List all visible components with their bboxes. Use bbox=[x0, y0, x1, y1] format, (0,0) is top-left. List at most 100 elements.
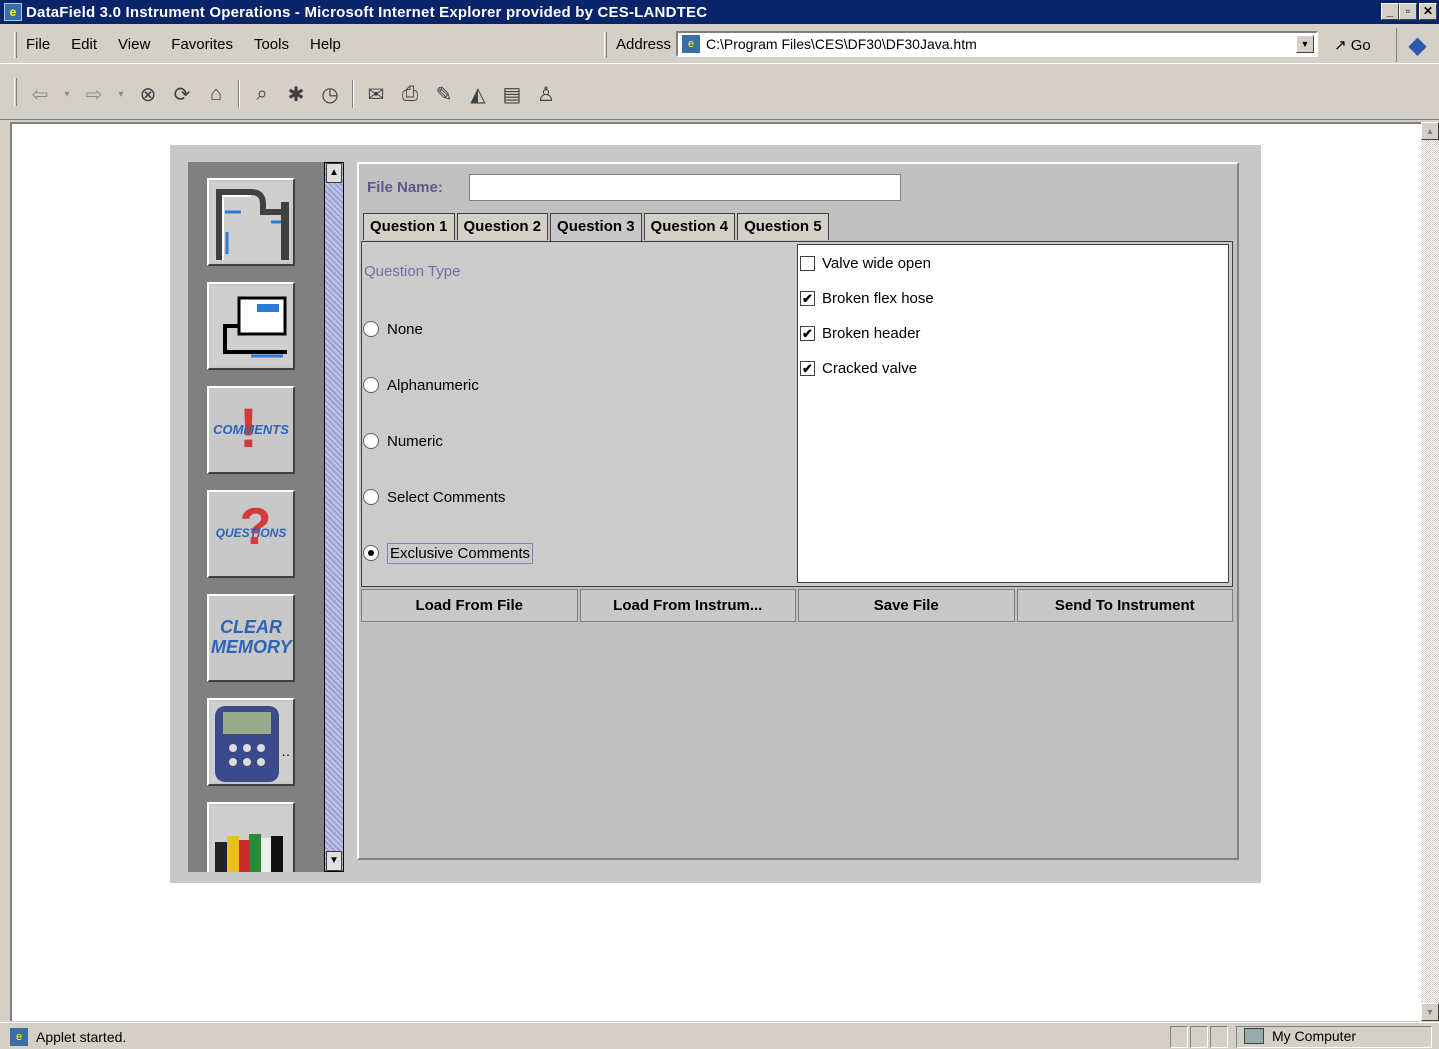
status-bar: e Applet started. My Computer bbox=[0, 1022, 1439, 1049]
back-dropdown-icon[interactable]: ▾ bbox=[62, 82, 72, 106]
load-from-instrument-button[interactable]: Load From Instrum... bbox=[579, 589, 796, 622]
comment-label: Broken header bbox=[822, 324, 921, 342]
comment-item[interactable]: Valve wide open bbox=[800, 251, 931, 275]
pipe-diagram-icon bbox=[211, 182, 291, 262]
sidebar-item-clear-memory[interactable]: CLEAR MEMORY bbox=[207, 594, 295, 682]
sidebar-label-comments: COMMENTS bbox=[213, 421, 289, 437]
standard-toolbar: ⇦ ▾ ⇨ ▾ ⊗ ⟳ ⌂ ⌕ ✱ ◷ ✉ ⎙ ✎ ◭ ▤ ♙ bbox=[0, 66, 1439, 120]
tab-question-2[interactable]: Question 2 bbox=[456, 213, 549, 240]
menu-grip[interactable] bbox=[14, 32, 17, 58]
tab-question-5[interactable]: Question 5 bbox=[737, 213, 829, 240]
tab-question-4[interactable]: Question 4 bbox=[643, 213, 736, 240]
scroll-up-arrow-icon[interactable]: ▲ bbox=[1421, 122, 1439, 140]
address-field[interactable]: e C:\Program Files\CES\DF30\DF30Java.htm… bbox=[676, 31, 1318, 57]
instrument-device-icon: … bbox=[211, 702, 291, 782]
radio-label: Alphanumeric bbox=[387, 376, 479, 394]
radio-label: Select Comments bbox=[387, 488, 506, 506]
applet-sidebar: ! COMMENTS ? QUESTIONS CLEAR MEMORY … bbox=[188, 162, 324, 872]
sidebar-item-books[interactable] bbox=[207, 802, 295, 872]
load-from-file-button[interactable]: Load From File bbox=[361, 589, 578, 622]
page-vertical-scrollbar[interactable]: ▲ ▼ bbox=[1421, 122, 1439, 1021]
tab-question-1[interactable]: Question 1 bbox=[363, 213, 455, 240]
menu-file[interactable]: File bbox=[26, 36, 50, 53]
radio-button[interactable] bbox=[363, 321, 379, 337]
sidebar-scroll-down-icon[interactable]: ▼ bbox=[326, 851, 342, 871]
books-icon bbox=[211, 806, 291, 872]
go-label: Go bbox=[1350, 37, 1371, 54]
radio-alphanumeric[interactable]: Alphanumeric bbox=[363, 373, 479, 397]
address-dropdown-button[interactable]: ▼ bbox=[1296, 35, 1314, 53]
tab-question-3[interactable]: Question 3 bbox=[550, 213, 642, 241]
history-icon[interactable]: ◷ bbox=[318, 82, 342, 106]
comment-item[interactable]: ✔ Broken header bbox=[800, 321, 920, 345]
save-file-button[interactable]: Save File bbox=[798, 589, 1015, 622]
scroll-down-arrow-icon[interactable]: ▼ bbox=[1421, 1003, 1439, 1021]
radio-button[interactable] bbox=[363, 489, 379, 505]
refresh-icon[interactable]: ⟳ bbox=[170, 82, 194, 106]
edit-icon[interactable]: ✎ bbox=[432, 82, 456, 106]
svg-text:…: … bbox=[281, 743, 291, 759]
radio-none[interactable]: None bbox=[363, 317, 423, 341]
search-icon[interactable]: ⌕ bbox=[250, 82, 274, 106]
sidebar-item-instrument[interactable]: … bbox=[207, 698, 295, 786]
sidebar-item-pipe-diagram[interactable] bbox=[207, 178, 295, 266]
print-icon[interactable]: ⎙ bbox=[398, 82, 422, 106]
stop-icon[interactable]: ⊗ bbox=[136, 82, 160, 106]
sidebar-label-clear-memory: CLEAR MEMORY bbox=[211, 617, 292, 657]
checkbox[interactable]: ✔ bbox=[800, 360, 815, 376]
forward-icon[interactable]: ⇨ bbox=[82, 82, 106, 106]
go-button[interactable]: ↗ Go bbox=[1334, 36, 1371, 54]
question-type-label: Question Type bbox=[364, 263, 461, 280]
sidebar-label-questions: QUESTIONS bbox=[215, 526, 287, 541]
favorites-icon[interactable]: ✱ bbox=[284, 82, 308, 106]
sidebar-scroll-up-icon[interactable]: ▲ bbox=[326, 163, 342, 183]
action-buttons: Load From File Load From Instrum... Save… bbox=[361, 589, 1233, 623]
minimize-button[interactable]: _ bbox=[1381, 3, 1399, 20]
go-arrow-icon: ↗ bbox=[1334, 37, 1347, 54]
toolbar-grip[interactable] bbox=[14, 78, 17, 106]
radio-exclusive-comments[interactable]: Exclusive Comments bbox=[363, 541, 534, 565]
radio-label: Exclusive Comments bbox=[387, 542, 534, 564]
user-icon[interactable]: ♙ bbox=[534, 82, 558, 106]
radio-select-comments[interactable]: Select Comments bbox=[363, 485, 505, 509]
question-tabs: Question 1 Question 2 Question 3 Questio… bbox=[363, 213, 831, 241]
menu-view[interactable]: View bbox=[118, 36, 150, 53]
ie-app-icon[interactable]: e bbox=[4, 3, 22, 21]
sidebar-scrollbar[interactable]: ▲ ▼ bbox=[324, 162, 344, 872]
file-name-input[interactable] bbox=[469, 174, 901, 201]
status-pane bbox=[1170, 1026, 1188, 1048]
menu-edit[interactable]: Edit bbox=[71, 36, 97, 53]
comment-item[interactable]: ✔ Broken flex hose bbox=[800, 286, 934, 310]
send-to-instrument-button[interactable]: Send To Instrument bbox=[1016, 589, 1233, 622]
checkbox[interactable]: ✔ bbox=[800, 290, 815, 306]
radio-button[interactable] bbox=[363, 545, 379, 561]
sidebar-item-questions[interactable]: ? QUESTIONS bbox=[207, 490, 295, 578]
close-button[interactable]: ✕ bbox=[1419, 3, 1437, 20]
maximize-button[interactable]: ▫ bbox=[1399, 3, 1417, 20]
sidebar-item-comments[interactable]: ! COMMENTS bbox=[207, 386, 295, 474]
back-icon[interactable]: ⇦ bbox=[28, 82, 52, 106]
forward-dropdown-icon[interactable]: ▾ bbox=[116, 82, 126, 106]
sidebar-item-monitor[interactable] bbox=[207, 282, 295, 370]
messenger-icon[interactable]: ▤ bbox=[500, 82, 524, 106]
menu-favorites[interactable]: Favorites bbox=[171, 36, 233, 53]
checkbox[interactable]: ✔ bbox=[800, 325, 815, 341]
discuss-icon[interactable]: ◭ bbox=[466, 82, 490, 106]
zone-label: My Computer bbox=[1272, 1028, 1357, 1044]
radio-label: Numeric bbox=[387, 432, 443, 450]
page-icon: e bbox=[682, 35, 700, 53]
radio-button[interactable] bbox=[363, 433, 379, 449]
comment-item[interactable]: ✔ Cracked valve bbox=[800, 356, 917, 380]
menu-tools[interactable]: Tools bbox=[254, 36, 289, 53]
radio-numeric[interactable]: Numeric bbox=[363, 429, 443, 453]
checkbox[interactable] bbox=[800, 255, 815, 271]
page-status-icon: e bbox=[10, 1028, 28, 1046]
file-name-label: File Name: bbox=[367, 179, 443, 196]
radio-button[interactable] bbox=[363, 377, 379, 393]
comment-label: Broken flex hose bbox=[822, 289, 934, 307]
window-title: DataField 3.0 Instrument Operations - Mi… bbox=[26, 3, 708, 21]
mail-icon[interactable]: ✉ bbox=[364, 82, 388, 106]
menu-help[interactable]: Help bbox=[310, 36, 341, 53]
address-grip[interactable] bbox=[604, 32, 607, 58]
home-icon[interactable]: ⌂ bbox=[204, 82, 228, 106]
